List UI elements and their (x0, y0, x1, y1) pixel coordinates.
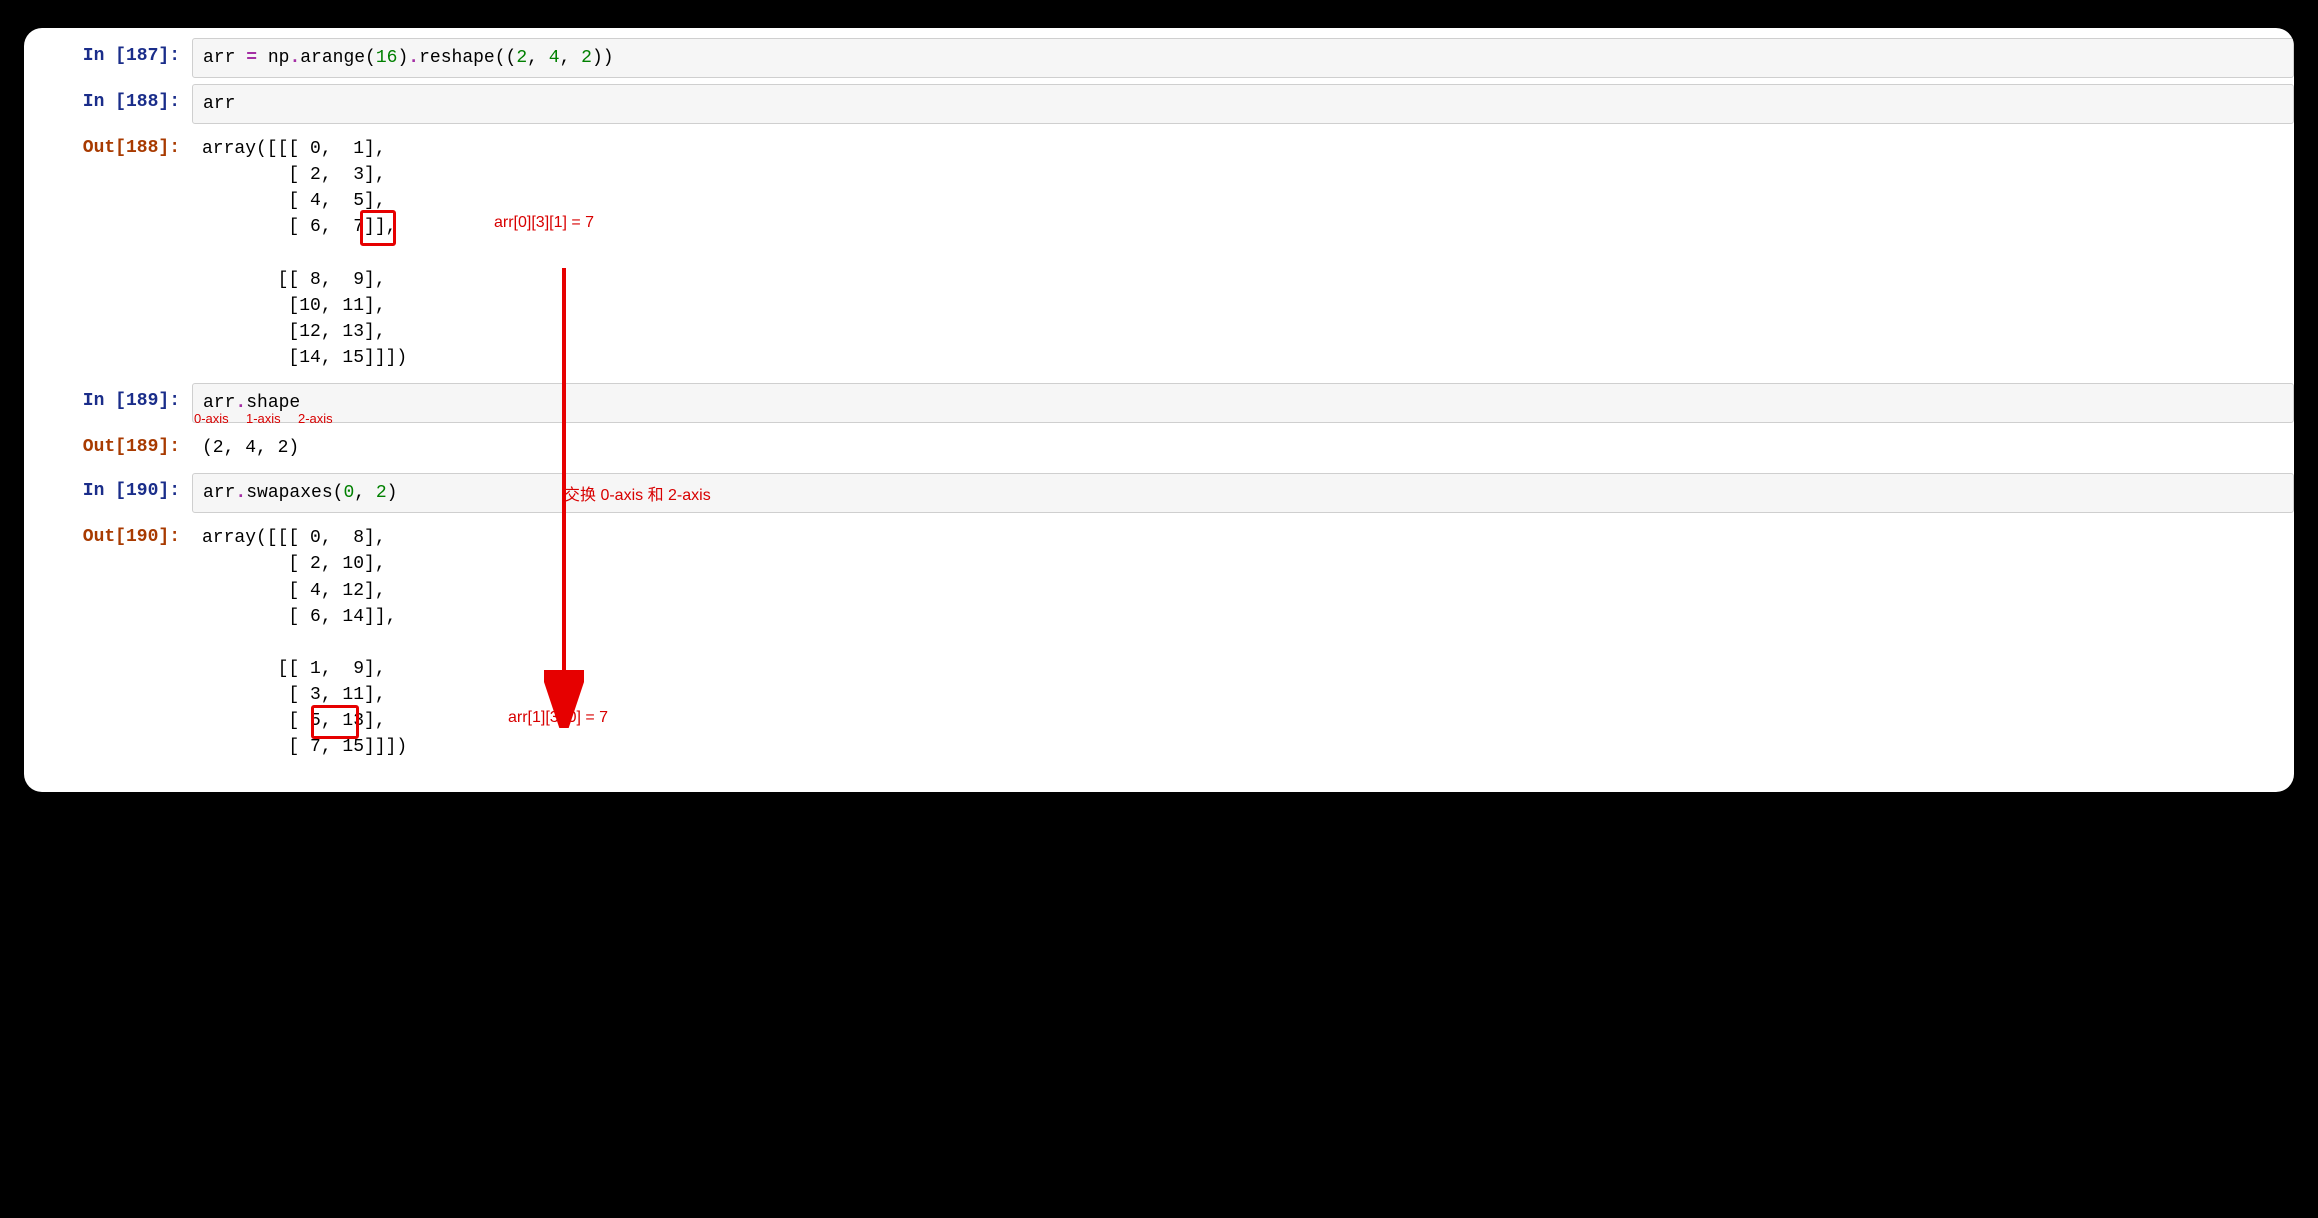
code-input-188[interactable]: arr (192, 84, 2294, 124)
prompt-in-189: In [189]: (24, 383, 192, 417)
cell-in-190: In [190]: arr.swapaxes(0, 2) 交换 0-axis 和… (24, 473, 2294, 513)
cell-out-189: Out[189]: (2, 4, 2) 0-axis 1-axis 2-axis (24, 429, 2294, 467)
output-189: (2, 4, 2) (192, 429, 2294, 467)
notebook-frame: In [187]: arr = np.arange(16).reshape((2… (24, 28, 2294, 792)
prompt-out-188: Out[188]: (24, 130, 192, 164)
output-188: array([[[ 0, 1], [ 2, 3], [ 4, 5], [ 6, … (192, 130, 2294, 377)
prompt-out-189: Out[189]: (24, 429, 192, 463)
prompt-in-188: In [188]: (24, 84, 192, 118)
code-input-187[interactable]: arr = np.arange(16).reshape((2, 4, 2)) (192, 38, 2294, 78)
cell-out-188: Out[188]: array([[[ 0, 1], [ 2, 3], [ 4,… (24, 130, 2294, 377)
output-190: array([[[ 0, 8], [ 2, 10], [ 4, 12], [ 6… (192, 519, 2294, 766)
cell-in-187: In [187]: arr = np.arange(16).reshape((2… (24, 38, 2294, 78)
prompt-in-190: In [190]: (24, 473, 192, 507)
cell-out-190: Out[190]: array([[[ 0, 8], [ 2, 10], [ 4… (24, 519, 2294, 766)
prompt-out-190: Out[190]: (24, 519, 192, 553)
code-input-189[interactable]: arr.shape (192, 383, 2294, 423)
cell-in-189: In [189]: arr.shape (24, 383, 2294, 423)
prompt-in-187: In [187]: (24, 38, 192, 72)
cell-in-188: In [188]: arr (24, 84, 2294, 124)
code-input-190[interactable]: arr.swapaxes(0, 2) (192, 473, 2294, 513)
